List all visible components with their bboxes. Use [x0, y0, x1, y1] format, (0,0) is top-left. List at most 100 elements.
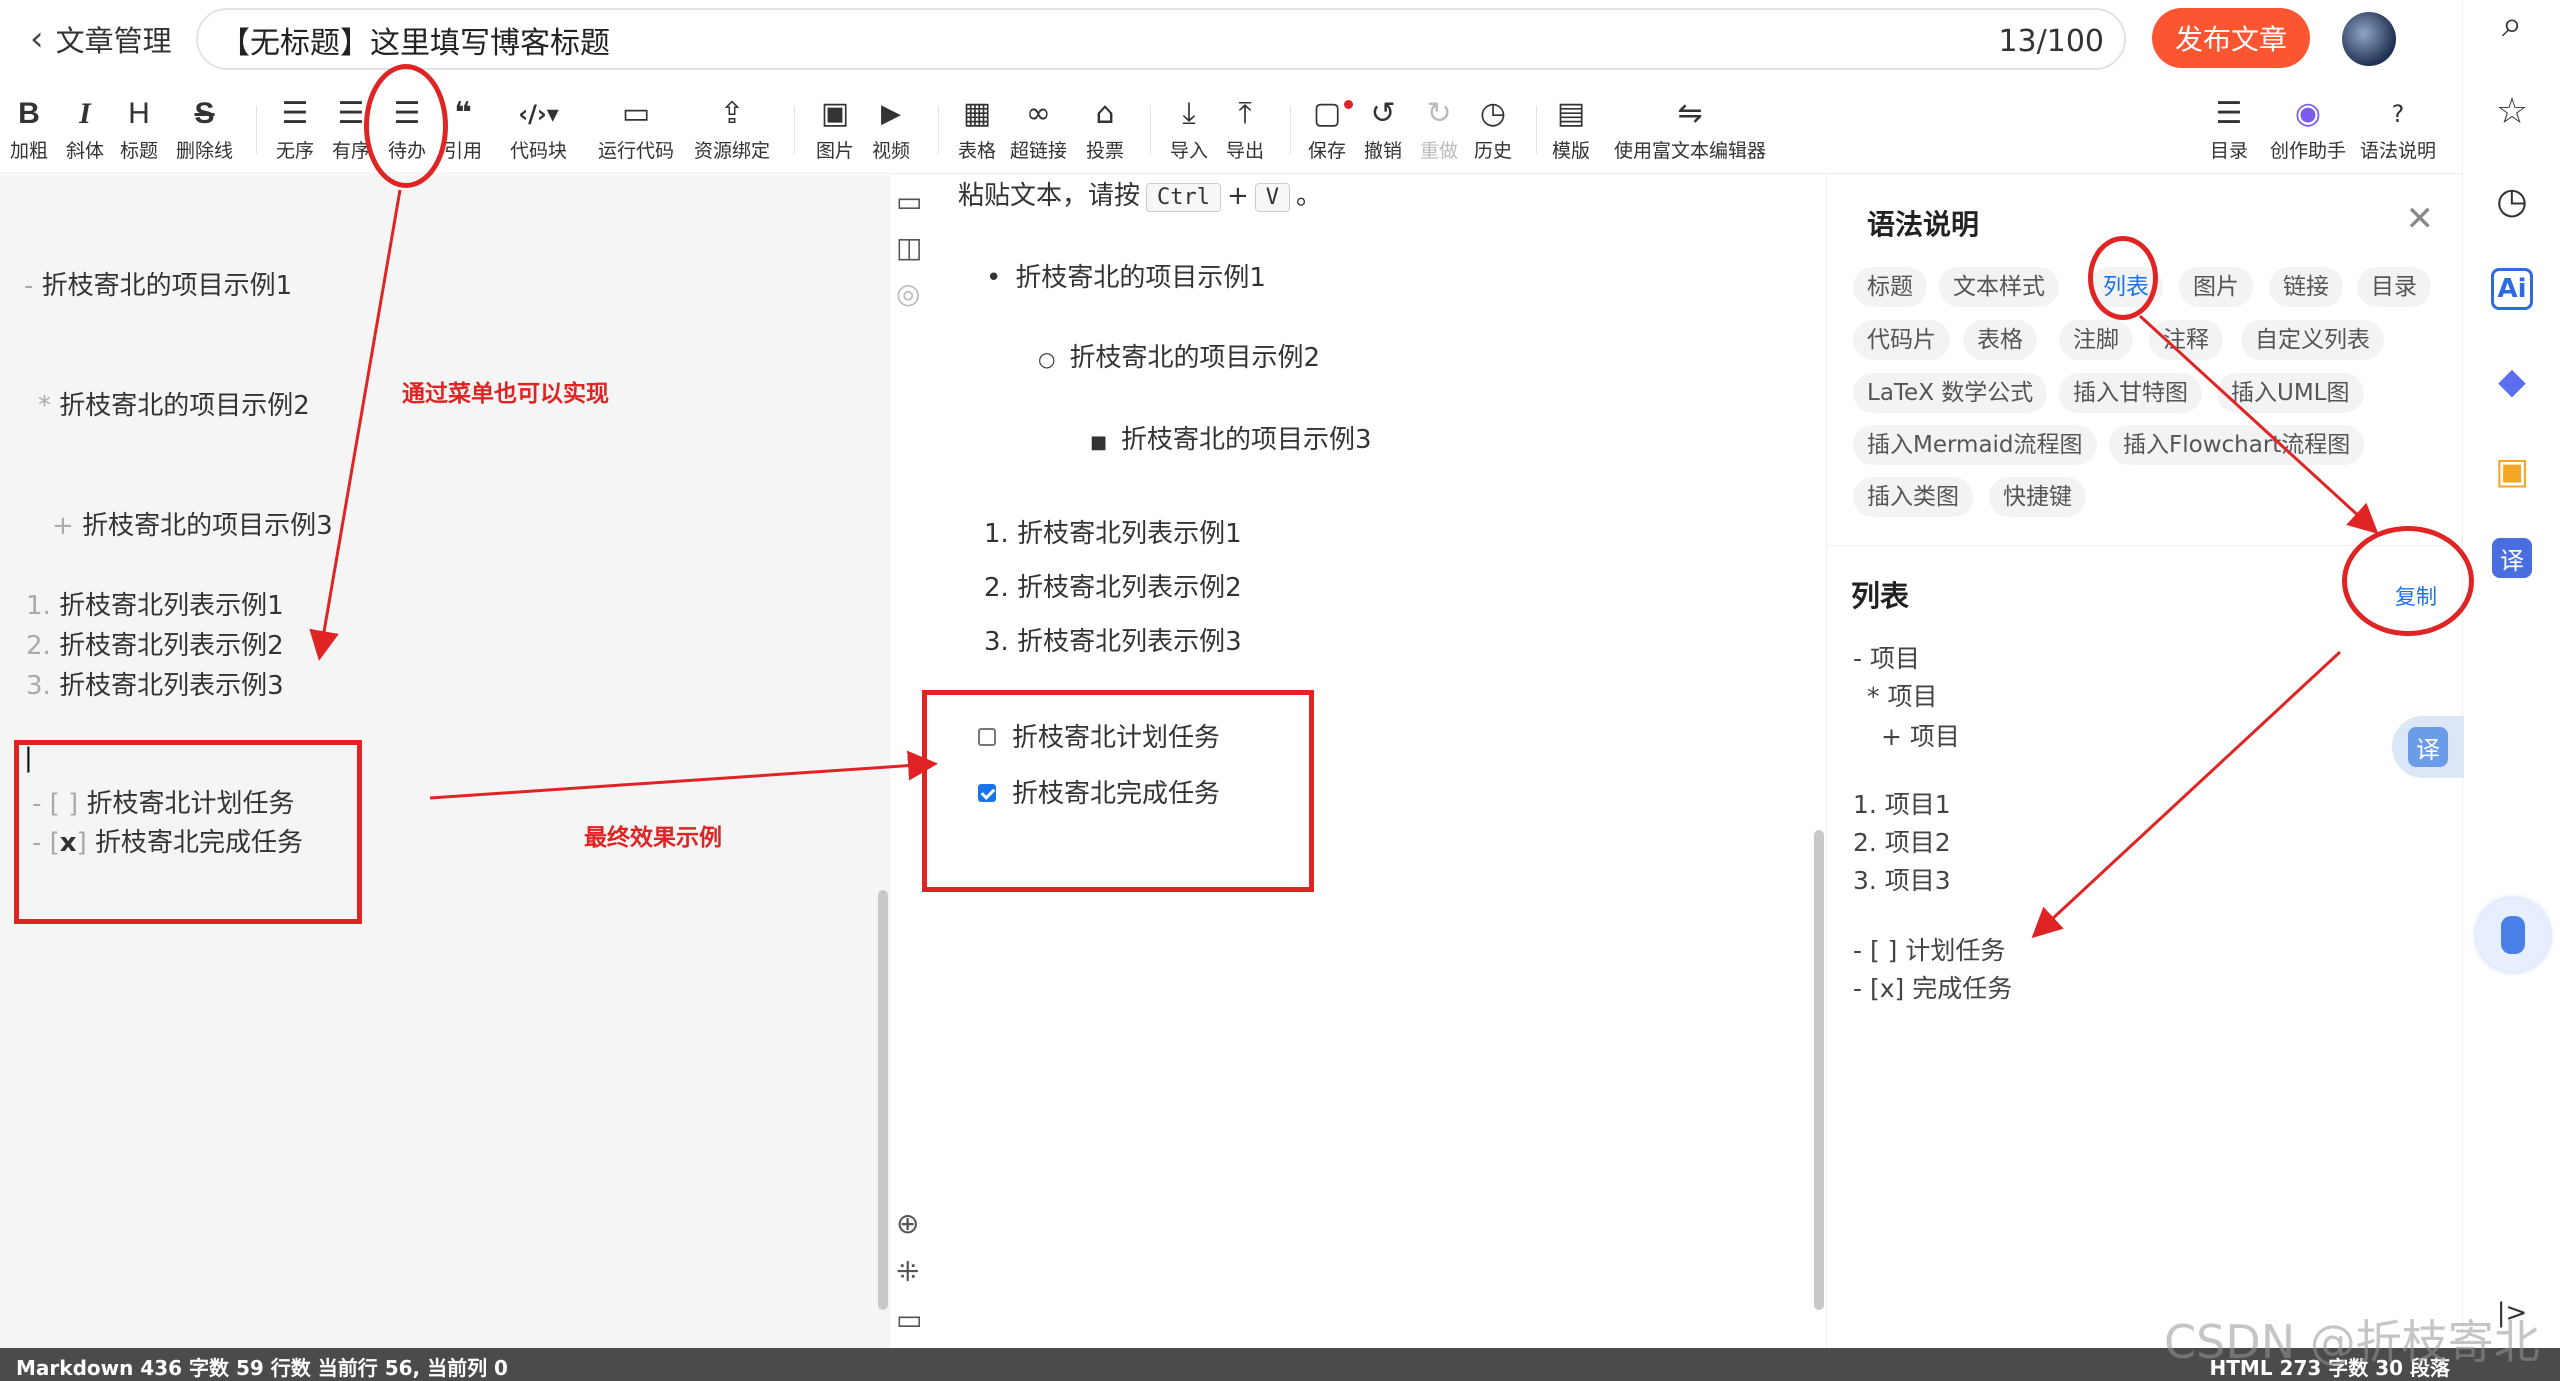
- star-icon[interactable]: ☆: [2487, 86, 2537, 136]
- tag-code[interactable]: 代码片: [1853, 320, 1950, 360]
- annotation-ellipse-todo: [364, 64, 448, 188]
- ai-icon[interactable]: Ai: [2491, 268, 2533, 310]
- download-icon: ⤓: [1182, 96, 1196, 131]
- split-view-icon[interactable]: ◫: [896, 231, 922, 264]
- upload-folder-icon: ⇪: [719, 96, 745, 131]
- editor-line[interactable]: 3. 折枝寄北列表示例3: [26, 665, 284, 702]
- editor-scrollbar[interactable]: [878, 890, 888, 1310]
- tag-toc[interactable]: 目录: [2357, 267, 2431, 307]
- tag-flowchart[interactable]: 插入Flowchart流程图: [2109, 425, 2365, 465]
- toolbar-divider: [938, 106, 939, 154]
- editor-line[interactable]: * 折枝寄北的项目示例2: [38, 385, 310, 422]
- tag-image[interactable]: 图片: [2179, 267, 2253, 307]
- list-item: 1. 折枝寄北列表示例1: [984, 519, 1242, 549]
- link-icon: ∞: [1026, 96, 1051, 131]
- rich-text-editor-button[interactable]: ⇋ 使用富文本编辑器: [1614, 96, 1766, 163]
- image-button[interactable]: ▣ 图片: [816, 96, 854, 163]
- key-ctrl: Ctrl: [1146, 183, 1221, 212]
- clock-icon[interactable]: ◷: [2487, 176, 2537, 226]
- undo-button[interactable]: ↺ 撤销: [1364, 96, 1402, 163]
- vote-icon: ⌂: [1095, 96, 1115, 131]
- tag-footnote[interactable]: 注脚: [2059, 320, 2133, 360]
- tag-comment[interactable]: 注释: [2149, 320, 2223, 360]
- section-heading: 列表: [1851, 579, 1910, 613]
- bold-icon: B: [18, 97, 40, 130]
- tag-custom-list[interactable]: 自定义列表: [2241, 320, 2384, 360]
- toolbar-divider: [1290, 106, 1291, 154]
- close-icon[interactable]: ✕: [2406, 199, 2435, 239]
- annotation-box-result: [922, 690, 1314, 892]
- annotation-note-effect: 最终效果示例: [584, 825, 722, 851]
- import-button[interactable]: ⤓ 导入: [1170, 96, 1208, 163]
- annotation-box-source: [14, 740, 362, 924]
- save-icon: ▢: [1312, 96, 1342, 131]
- plugin-float-button[interactable]: [2476, 898, 2550, 972]
- list-item: ○ 折枝寄北的项目示例2: [1038, 343, 1320, 373]
- syntax-help-button[interactable]: ? 语法说明: [2360, 96, 2436, 163]
- toc-button[interactable]: ☰ 目录: [2210, 96, 2248, 163]
- back-button[interactable]: ‹ 文章管理: [30, 14, 172, 64]
- table-button[interactable]: ▦ 表格: [958, 96, 996, 163]
- syntax-example-line: - 项目: [1853, 644, 1920, 673]
- tag-class-diagram[interactable]: 插入类图: [1853, 477, 1973, 517]
- fullscreen-icon[interactable]: ▭: [896, 1303, 922, 1336]
- preview-scrollbar[interactable]: [1814, 830, 1824, 1310]
- avatar[interactable]: [2342, 12, 2396, 66]
- title-field[interactable]: 13/100: [196, 8, 2126, 70]
- tag-gantt[interactable]: 插入甘特图: [2059, 373, 2202, 413]
- editor-line[interactable]: - 折枝寄北的项目示例1: [24, 265, 292, 302]
- annotation-ellipse-list-tag: [2088, 236, 2158, 320]
- toolbox-icon[interactable]: ▣: [2487, 446, 2537, 496]
- translate-icon: 译: [2408, 727, 2448, 767]
- tag-shortcut[interactable]: 快捷键: [1989, 477, 2086, 517]
- template-button[interactable]: ▤ 模版: [1552, 96, 1590, 163]
- save-button[interactable]: ▢ 保存: [1308, 96, 1353, 163]
- bullet-disc-icon: •: [986, 263, 1002, 293]
- layout-top-icon[interactable]: ▭: [896, 185, 922, 218]
- video-button[interactable]: ▶ 视频: [872, 96, 910, 163]
- title-input[interactable]: [220, 22, 1820, 57]
- eye-icon[interactable]: ◎: [896, 277, 920, 310]
- header-bar: ‹ 文章管理 13/100 发布文章: [0, 0, 2462, 80]
- gamepad-icon[interactable]: ◆: [2487, 356, 2537, 406]
- publish-button[interactable]: 发布文章: [2152, 8, 2310, 68]
- run-code-icon: ▭: [621, 96, 651, 131]
- sync-scroll-icon[interactable]: ⁜: [896, 1255, 919, 1288]
- editor-line[interactable]: 2. 折枝寄北列表示例2: [26, 625, 284, 662]
- editor-line[interactable]: + 折枝寄北的项目示例3: [52, 505, 333, 542]
- quote-button[interactable]: ❝ 引用: [444, 96, 482, 163]
- code-block-button[interactable]: ‹/›▾ 代码块: [510, 96, 567, 163]
- run-code-button[interactable]: ▭ 运行代码: [598, 96, 674, 163]
- tag-mermaid[interactable]: 插入Mermaid流程图: [1853, 425, 2097, 465]
- strikethrough-button[interactable]: S 删除线: [176, 96, 233, 163]
- syntax-example-line: 1. 项目1: [1853, 790, 1951, 819]
- tag-latex[interactable]: LaTeX 数学公式: [1853, 373, 2048, 413]
- heading-button[interactable]: H 标题: [120, 96, 158, 163]
- translate-float-button[interactable]: 译: [2392, 716, 2464, 778]
- creation-assistant-button[interactable]: ◉ 创作助手: [2270, 96, 2346, 163]
- history-icon: ◷: [1479, 96, 1507, 131]
- export-button[interactable]: ⤒ 导出: [1226, 96, 1264, 163]
- tag-text-style[interactable]: 文本样式: [1939, 267, 2059, 307]
- list-item: 3. 折枝寄北列表示例3: [984, 627, 1242, 657]
- vote-button[interactable]: ⌂ 投票: [1086, 96, 1124, 163]
- tag-table[interactable]: 表格: [1963, 320, 2037, 360]
- editor-line[interactable]: 1. 折枝寄北列表示例1: [26, 585, 284, 622]
- paste-hint: 粘贴文本，请按 Ctrl + V。: [958, 181, 1323, 212]
- search-icon[interactable]: ⌕: [2487, 0, 2537, 50]
- italic-button[interactable]: I 斜体: [66, 96, 104, 163]
- redo-button[interactable]: ↻ 重做: [1420, 96, 1458, 163]
- bold-button[interactable]: B 加粗: [10, 96, 48, 163]
- hyperlink-button[interactable]: ∞ 超链接: [1010, 96, 1067, 163]
- tag-heading[interactable]: 标题: [1853, 267, 1927, 307]
- resource-bind-button[interactable]: ⇪ 资源绑定: [694, 96, 770, 163]
- tag-link[interactable]: 链接: [2269, 267, 2343, 307]
- tag-uml[interactable]: 插入UML图: [2217, 373, 2364, 413]
- quote-icon: ❝: [454, 96, 472, 131]
- history-button[interactable]: ◷ 历史: [1474, 96, 1512, 163]
- locate-icon[interactable]: ⊕: [896, 1207, 919, 1240]
- unordered-list-button[interactable]: ☰ 无序: [276, 96, 314, 163]
- translate-icon[interactable]: 译: [2492, 538, 2532, 578]
- toolbar-divider: [1150, 106, 1151, 154]
- panel-title: 语法说明: [1867, 208, 1980, 241]
